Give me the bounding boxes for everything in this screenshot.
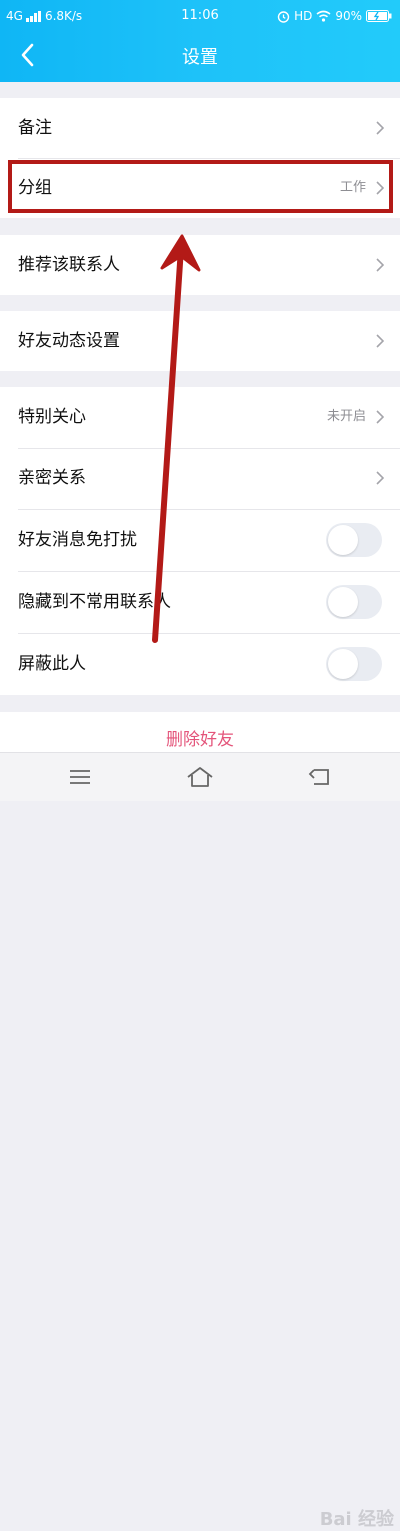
- row-mute-messages: 好友消息免打扰: [0, 510, 400, 570]
- row-value: 未开启: [326, 409, 366, 424]
- toggle-knob: [328, 649, 358, 679]
- row-label: 隐藏到不常用联系人: [18, 592, 171, 612]
- chevron-right-icon: [376, 471, 384, 485]
- home-icon[interactable]: [186, 765, 214, 789]
- battery-icon: [366, 10, 392, 22]
- row-friend-feed-settings[interactable]: 好友动态设置: [0, 311, 400, 371]
- back-icon[interactable]: [306, 765, 334, 789]
- wifi-icon: [316, 10, 331, 22]
- row-label: 亲密关系: [18, 468, 86, 488]
- settings-group-3: 好友动态设置: [0, 311, 400, 371]
- mute-messages-toggle[interactable]: [326, 523, 382, 557]
- row-recommend-contact[interactable]: 推荐该联系人: [0, 235, 400, 295]
- hd-badge: HD: [294, 9, 313, 23]
- chevron-right-icon: [376, 121, 384, 135]
- block-user-toggle[interactable]: [326, 647, 382, 681]
- row-intimate-relation[interactable]: 亲密关系: [0, 448, 400, 508]
- row-label: 备注: [18, 118, 52, 138]
- alarm-icon: [277, 10, 290, 23]
- menu-icon[interactable]: [66, 765, 94, 789]
- system-nav-bar: Bai 经验: [0, 752, 400, 1530]
- row-hide-contact: 隐藏到不常用联系人: [0, 572, 400, 632]
- settings-group-2: 推荐该联系人: [0, 235, 400, 295]
- row-label: 好友动态设置: [18, 331, 120, 351]
- status-bar: 4G 6.8K/s 11:06 HD 90%: [0, 7, 400, 25]
- battery-percent: 90%: [335, 9, 362, 23]
- chevron-right-icon: [376, 334, 384, 348]
- toggle-knob: [328, 525, 358, 555]
- row-label: 特别关心: [18, 407, 86, 427]
- delete-friend-button[interactable]: 删除好友: [0, 712, 400, 752]
- page-title: 设置: [182, 47, 218, 68]
- row-label: 好友消息免打扰: [18, 530, 137, 550]
- hide-contact-toggle[interactable]: [326, 585, 382, 619]
- settings-group-4: 特别关心 未开启 亲密关系 好友消息免打扰 隐藏到不常用联系人 屏蔽此人: [0, 387, 400, 695]
- row-label: 屏蔽此人: [18, 654, 86, 674]
- header: 4G 6.8K/s 11:06 HD 90% 设置: [0, 0, 400, 82]
- chevron-right-icon: [376, 258, 384, 272]
- nav-bar: 设置: [0, 30, 400, 80]
- highlight-box: [8, 160, 393, 213]
- row-remark[interactable]: 备注: [0, 98, 400, 158]
- row-label: 推荐该联系人: [18, 255, 120, 275]
- row-special-care[interactable]: 特别关心 未开启: [0, 387, 400, 447]
- row-block-user: 屏蔽此人: [0, 634, 400, 694]
- toggle-knob: [328, 587, 358, 617]
- chevron-right-icon: [376, 410, 384, 424]
- watermark: Bai 经验: [319, 1509, 394, 1530]
